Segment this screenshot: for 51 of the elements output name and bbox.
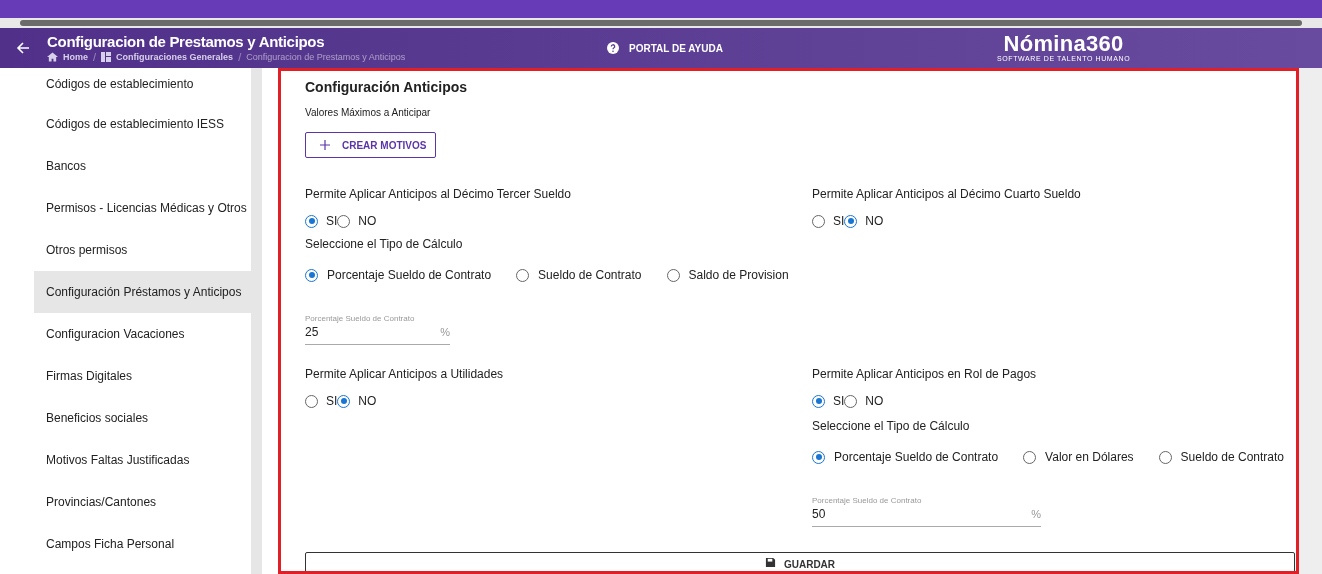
- radio-label: Porcentaje Sueldo de Contrato: [327, 267, 492, 284]
- horizontal-scrollbar[interactable]: [0, 18, 1322, 28]
- breadcrumb-separator: /: [238, 51, 242, 63]
- sidebar-item[interactable]: Campos Ficha Personal: [34, 523, 251, 565]
- radio-label: Saldo de Provision: [688, 267, 789, 284]
- save-icon: [764, 557, 776, 568]
- sidebar-item[interactable]: Configuracion Vacaciones: [34, 313, 251, 355]
- percentage-input-field[interactable]: Porcentaje Sueldo de Contrato 50 %: [812, 496, 1041, 527]
- plus-icon: [320, 140, 330, 150]
- page-title: Configuracion de Prestamos y Anticipos: [47, 33, 326, 51]
- sidebar-item[interactable]: Configuración Préstamos y Anticipos: [34, 271, 251, 313]
- radio-label: Porcentaje Sueldo de Contrato: [834, 449, 999, 466]
- radio-label: SI: [833, 393, 845, 410]
- help-icon[interactable]: [607, 42, 619, 54]
- radio-label: NO: [865, 213, 884, 230]
- radio-label: SI: [833, 213, 845, 230]
- sidebar-item[interactable]: Otros permisos: [34, 229, 251, 271]
- breadcrumb-link[interactable]: Configuraciones Generales: [116, 51, 234, 63]
- sidebar-item[interactable]: Códigos de establecimiento: [34, 68, 251, 103]
- help-portal-link[interactable]: PORTAL DE AYUDA: [629, 40, 723, 56]
- dashboard-icon: [101, 52, 112, 62]
- radio-label: NO: [358, 393, 377, 410]
- group-label: Permite Aplicar Anticipos a Utilidades: [305, 366, 505, 382]
- breadcrumb-separator: /: [93, 51, 97, 63]
- group-label: Seleccione el Tipo de Cálculo: [812, 418, 971, 434]
- radio-label: Sueldo de Contrato: [1180, 449, 1284, 466]
- home-icon: [47, 52, 58, 62]
- group-label: Permite Aplicar Anticipos al Décimo Cuarto Sueldo: [812, 186, 1082, 202]
- group-label: Permite Aplicar Anticipos al Décimo Tercer Sueldo: [305, 186, 572, 202]
- section-title: Configuración Anticipos: [305, 78, 469, 96]
- back-arrow-icon[interactable]: [15, 40, 31, 56]
- sidebar-item[interactable]: Bancos: [34, 145, 251, 187]
- save-button[interactable]: GUARDAR: [305, 552, 1295, 574]
- radio-label: Valor en Dólares: [1045, 449, 1134, 466]
- sidebar-item[interactable]: Beneficios sociales: [34, 397, 251, 439]
- percentage-input-field[interactable]: Porcentaje Sueldo de Contrato 25 %: [305, 314, 450, 345]
- create-reasons-button[interactable]: CREAR MOTIVOS: [305, 132, 436, 158]
- group-label: Seleccione el Tipo de Cálculo: [305, 236, 464, 252]
- radio-label: SI: [326, 213, 338, 230]
- section-subtitle: Valores Máximos a Anticipar: [305, 106, 432, 120]
- sidebar-item[interactable]: Códigos de establecimiento IESS: [34, 103, 251, 145]
- sidebar-item[interactable]: Provincias/Cantones: [34, 481, 251, 523]
- radio-label: Sueldo de Contrato: [538, 267, 642, 284]
- radio-label: NO: [865, 393, 884, 410]
- sidebar-item[interactable]: Permisos - Licencias Médicas y Otros: [34, 187, 251, 229]
- breadcrumb-link[interactable]: Home: [63, 51, 88, 63]
- sidebar-item[interactable]: Motivos Faltas Justificadas: [34, 439, 251, 481]
- group-label: Permite Aplicar Anticipos en Rol de Pagos: [812, 366, 1038, 382]
- sidebar-item[interactable]: Firmas Digitales: [34, 355, 251, 397]
- radio-label: NO: [358, 213, 377, 230]
- radio-label: SI: [326, 393, 338, 410]
